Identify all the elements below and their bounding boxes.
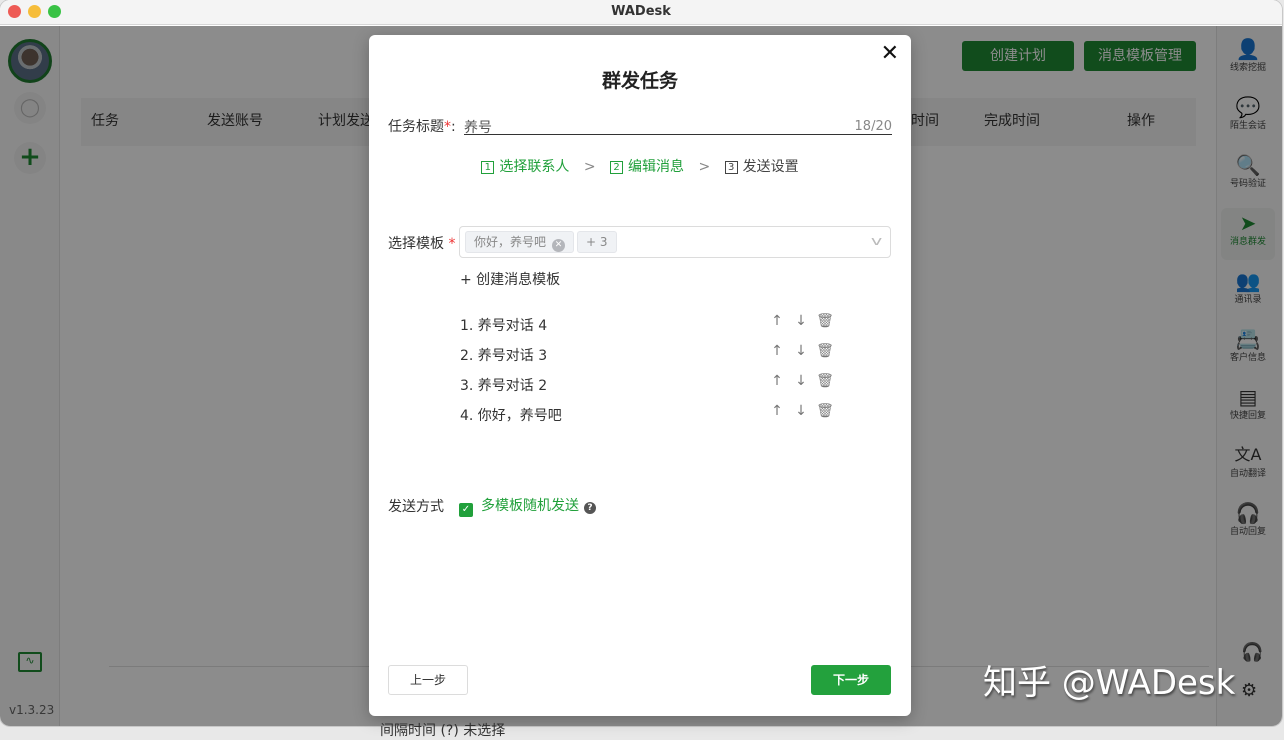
mass-send-task-dialog: ✕ 群发任务 任务标题*: 养号 18/20 1 选择联系人 > 2 编辑消息 > … (369, 35, 911, 716)
delete-icon[interactable]: 🗑 (813, 343, 837, 359)
window-title: WADesk (611, 4, 671, 19)
watermark: 知乎 @WADesk (983, 663, 1236, 703)
checkbox-label: 多模板随机发送 (481, 498, 579, 514)
random-send-checkbox[interactable]: ✓ (459, 503, 473, 517)
delete-icon[interactable]: 🗑 (813, 313, 837, 329)
step-label: 选择联系人 (499, 159, 570, 175)
step-number: 1 (481, 161, 495, 174)
label-colon: : (451, 119, 456, 135)
template-name: 3. 养号对话 2 (460, 378, 548, 394)
step-number: 2 (610, 161, 623, 174)
minimize-window-button[interactable] (28, 5, 41, 18)
dialog-title: 群发任务 (601, 70, 678, 92)
send-mode-label: 发送方式 (388, 499, 444, 515)
template-name: 1. 养号对话 4 (460, 318, 548, 334)
title-bar: WADesk (0, 0, 1282, 25)
move-up-icon[interactable]: ↑ (765, 373, 789, 389)
step-number: 3 (724, 161, 738, 174)
label-text: 任务标题 (388, 119, 444, 135)
help-icon[interactable]: ? (584, 502, 596, 514)
tag-label: 你好，养号吧 (474, 235, 547, 249)
list-item: 2. 养号对话 3 ↑ ↓ 🗑 (460, 343, 840, 373)
next-step-button[interactable]: 下一步 (811, 665, 891, 695)
task-title-label: 任务标题*: (388, 116, 456, 136)
close-window-button[interactable] (8, 5, 21, 18)
task-title-value: 养号 (464, 120, 492, 136)
move-down-icon[interactable]: ↓ (789, 373, 813, 389)
template-list: 1. 养号对话 4 ↑ ↓ 🗑 2. 养号对话 3 ↑ ↓ 🗑 3. 养号对话 2 ↑ ↓… (460, 313, 840, 433)
background-strip-text: 间隔时间 (?) 未选择 (380, 723, 506, 739)
template-label: 选择模板 * (388, 233, 455, 253)
remove-tag-icon[interactable]: ✕ (552, 239, 566, 252)
task-title-input[interactable]: 养号 18/20 (464, 115, 892, 136)
move-down-icon[interactable]: ↓ (789, 403, 813, 419)
required-mark: * (448, 236, 456, 252)
move-down-icon[interactable]: ↓ (789, 343, 813, 359)
delete-icon[interactable]: 🗑 (813, 403, 837, 419)
move-up-icon[interactable]: ↑ (765, 403, 789, 419)
create-template-link[interactable]: + 创建消息模板 (460, 269, 560, 289)
step-edit-message[interactable]: 2 编辑消息 (610, 156, 684, 176)
delete-icon[interactable]: 🗑 (813, 373, 837, 389)
more-tags-count: + 3 (577, 231, 617, 253)
move-up-icon[interactable]: ↑ (765, 343, 789, 359)
list-item: 4. 你好，养号吧 ↑ ↓ 🗑 (460, 403, 840, 433)
move-up-icon[interactable]: ↑ (765, 313, 789, 329)
chevron-right-icon: > (698, 159, 711, 175)
list-item: 1. 养号对话 4 ↑ ↓ 🗑 (460, 313, 840, 343)
step-send-settings[interactable]: 3 发送设置 (724, 156, 799, 176)
move-down-icon[interactable]: ↓ (789, 313, 813, 329)
send-mode-option[interactable]: ✓ 多模板随机发送? (459, 495, 596, 517)
prev-step-button[interactable]: 上一步 (388, 665, 468, 695)
template-name: 4. 你好，养号吧 (460, 408, 562, 424)
char-count: 18/20 (854, 119, 892, 134)
required-mark: * (444, 119, 451, 135)
label-text: 选择模板 (388, 236, 444, 252)
selected-template-tag: 你好，养号吧 ✕ (465, 231, 575, 253)
template-select[interactable]: 你好，养号吧 ✕ + 3 v (459, 226, 891, 258)
step-select-contacts[interactable]: 1 选择联系人 (481, 156, 569, 176)
maximize-window-button[interactable] (48, 5, 61, 18)
step-label: 编辑消息 (628, 159, 684, 175)
chevron-down-icon[interactable]: v (871, 234, 882, 248)
close-icon[interactable]: ✕ (881, 41, 899, 66)
template-name: 2. 养号对话 3 (460, 348, 548, 364)
step-label: 发送设置 (742, 159, 799, 175)
step-indicator: 1 选择联系人 > 2 编辑消息 > 3 发送设置 (369, 156, 911, 176)
chevron-right-icon: > (583, 159, 596, 175)
list-item: 3. 养号对话 2 ↑ ↓ 🗑 (460, 373, 840, 403)
